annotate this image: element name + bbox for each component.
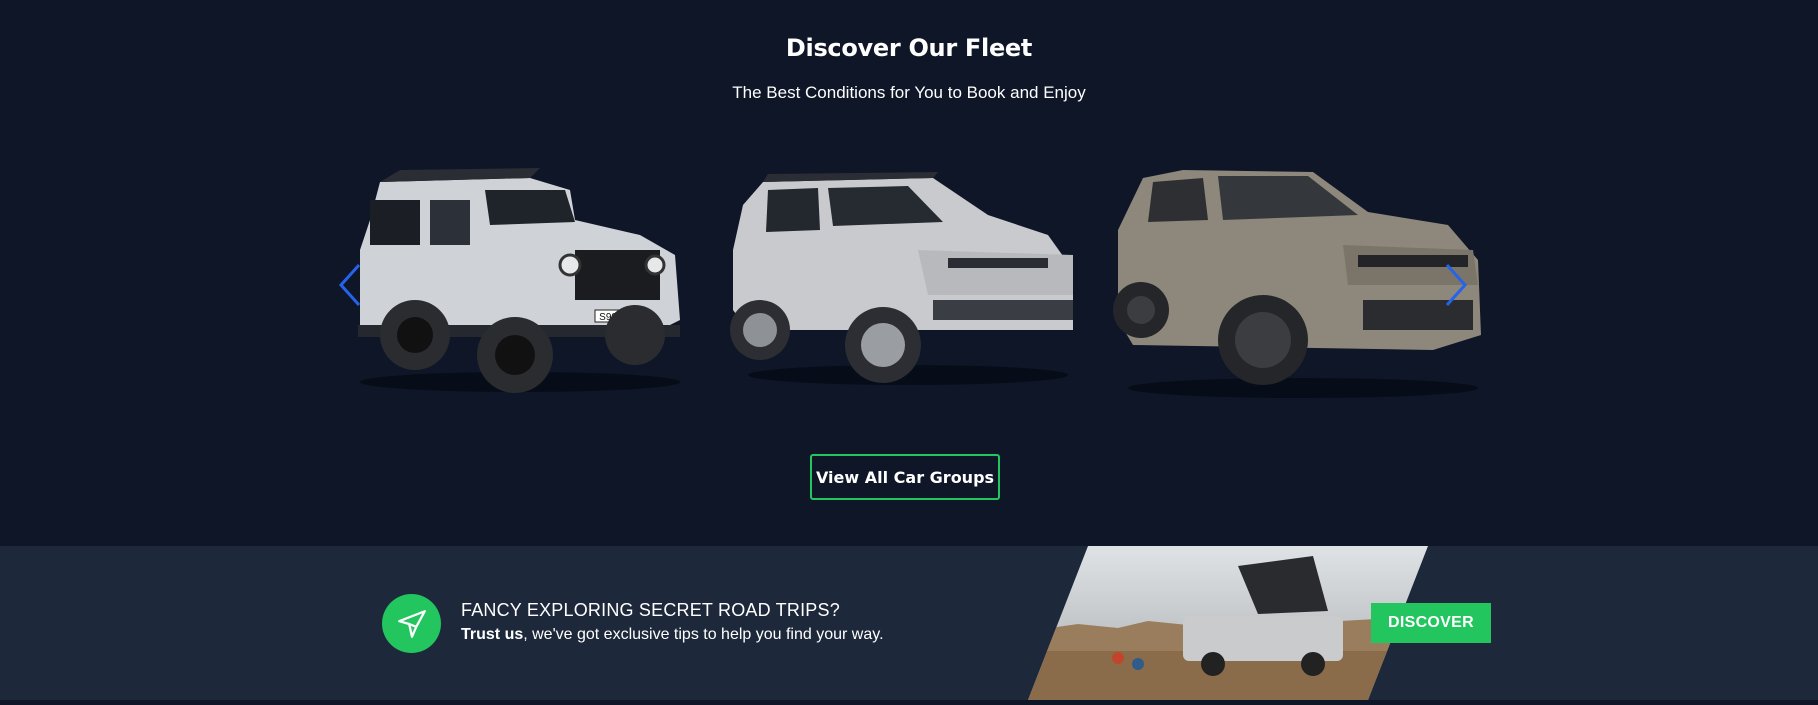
promo-text: Trust us, we've got exclusive tips to he… [461,626,884,644]
promo-heading: FANCY EXPLORING SECRET ROAD TRIPS? [461,600,840,620]
promo-text-bold: Trust us [461,626,524,643]
promo-icon-circle [382,594,441,653]
page-footer-edge [0,700,1818,705]
velar-image [1113,170,1481,398]
fleet-subtitle: The Best Conditions for You to Book and … [732,83,1086,102]
defender-image: S90 HUE [358,168,680,393]
fleet-section: Discover Our Fleet The Best Conditions f… [0,0,1818,546]
discovery-image [730,172,1073,385]
carousel-prev-button[interactable] [337,262,363,308]
chevron-left-icon [338,263,361,307]
carousel-next-button[interactable] [1443,262,1469,308]
chevron-right-icon [1445,263,1468,307]
road-trip-photo [1028,546,1428,700]
airplane-icon [397,609,426,638]
car-card-discovery[interactable] [728,160,1078,400]
car-card-velar[interactable] [1113,160,1483,410]
car-card-defender[interactable]: S90 HUE [340,160,690,400]
fleet-title: Discover Our Fleet [785,34,1033,62]
view-all-car-groups-button[interactable]: View All Car Groups [810,454,1000,500]
road-trips-banner: FANCY EXPLORING SECRET ROAD TRIPS? Trust… [0,546,1818,705]
promo-text-rest: , we've got exclusive tips to help you f… [523,626,884,643]
discover-button[interactable]: DISCOVER [1371,603,1491,643]
